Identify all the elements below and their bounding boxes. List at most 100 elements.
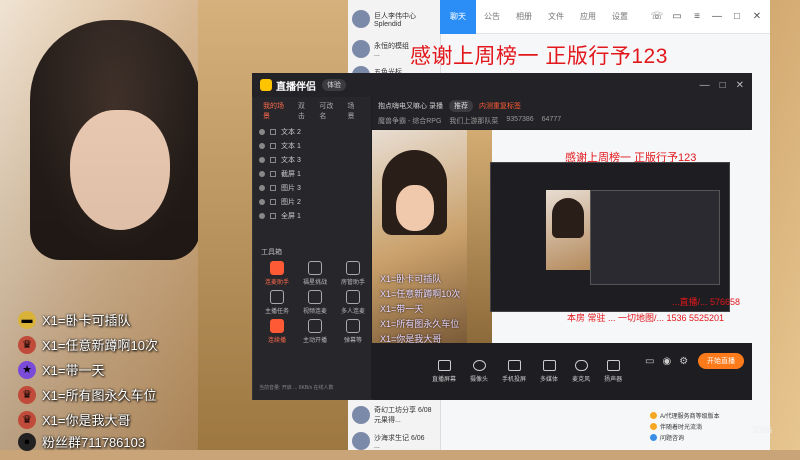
status-bar: 当前音量: 开启 ... 6KB/s 在线人数	[259, 385, 334, 391]
eye-icon[interactable]: ◉	[662, 356, 671, 367]
eye-icon[interactable]	[259, 143, 265, 149]
tab-album[interactable]: 相册	[508, 0, 540, 34]
eye-icon[interactable]	[259, 129, 265, 135]
minimize-button[interactable]: —	[700, 80, 710, 91]
media-icon	[542, 360, 556, 371]
screen-button[interactable]: 直播屏幕	[432, 360, 456, 383]
lock-icon[interactable]	[270, 171, 276, 177]
game-category[interactable]: 魔兽争霸 - 综合RPG	[378, 116, 441, 126]
eye-icon[interactable]	[259, 171, 265, 177]
tab-notice[interactable]: 公告	[476, 0, 508, 34]
scene-item[interactable]: 文本 1	[253, 139, 371, 153]
tab-scene-2[interactable]: 双击	[298, 101, 311, 121]
crown-icon: ♛	[18, 410, 36, 429]
qq-tabbar: 聊天 公告 相册 文件 应用 设置 ☏ ▭ ≡ — □ ✕	[440, 0, 770, 34]
list-item[interactable]: 伴随着时光流淌	[650, 421, 760, 432]
scene-item[interactable]: 图片 2	[253, 195, 371, 209]
group-icon	[650, 423, 657, 430]
eye-icon[interactable]	[259, 213, 265, 219]
scene-item[interactable]: 截屏 1	[253, 167, 371, 181]
record-icon[interactable]: ▭	[645, 356, 654, 367]
avatar	[352, 432, 370, 450]
menu-icon[interactable]: ≡	[690, 11, 704, 22]
tab-settings[interactable]: 设置	[604, 0, 636, 34]
tool-item[interactable]: 主播任务	[259, 290, 295, 315]
overlay-item: ♛ X1=你是我大哥	[18, 410, 131, 429]
crown-icon: ♛	[18, 385, 36, 404]
lock-icon[interactable]	[270, 143, 276, 149]
tool-icon	[270, 319, 284, 333]
app-titlebar: 直播伴侣 体验 — □ ✕	[252, 73, 752, 97]
overlay-item: ★ X1=带一天	[18, 360, 105, 379]
tool-icon	[270, 261, 284, 275]
eye-icon[interactable]	[259, 157, 265, 163]
tool-icon	[308, 290, 322, 304]
minimize-icon[interactable]: —	[710, 11, 724, 22]
tool-item[interactable]: 福星挑战	[297, 261, 333, 286]
tool-item[interactable]: 连续播	[259, 319, 295, 344]
tool-item[interactable]: 主动开播	[297, 319, 333, 344]
list-item[interactable]: 问题咨询	[650, 432, 760, 443]
tab-scene-3[interactable]: 可改名	[319, 101, 339, 121]
group-icon	[650, 434, 657, 441]
speaker-button[interactable]: 扬声器	[604, 360, 622, 383]
tool-item[interactable]: 房管助手	[335, 261, 371, 286]
settings-icon[interactable]: ⚙	[679, 356, 688, 367]
gold-bar-icon: ▬	[18, 310, 36, 329]
eye-icon[interactable]	[259, 199, 265, 205]
maximize-icon[interactable]: □	[730, 11, 744, 22]
left-overlay-panel	[0, 0, 200, 450]
phone-icon[interactable]: ☏	[650, 11, 664, 22]
list-item[interactable]: A/代理服务商等级版本	[650, 410, 760, 421]
banner-text: 感谢上周榜一 正版行予123	[410, 45, 668, 68]
lock-icon[interactable]	[270, 157, 276, 163]
toolbox-grid: 连麦助手 福星挑战 房管助手 主播任务 视频连麦 多人连麦 连续播 主动开播 弹…	[253, 257, 371, 348]
lock-icon[interactable]	[270, 185, 276, 191]
tab-chat[interactable]: 聊天	[440, 0, 476, 34]
tool-item[interactable]: 多人连麦	[335, 290, 371, 315]
scene-tabs: 我的场景 双击 可改名 场景	[253, 97, 371, 125]
scene-item[interactable]: 图片 3	[253, 181, 371, 195]
scene-item[interactable]: 全屏 1	[253, 209, 371, 223]
mic-button[interactable]: 麦克风	[572, 360, 590, 383]
video-icon[interactable]: ▭	[670, 11, 684, 22]
scene-sidebar: 我的场景 双击 可改名 场景 文本 2 文本 1 文本 3 截屏 1 图片 3 …	[253, 97, 371, 400]
eye-icon[interactable]	[259, 185, 265, 191]
start-live-button[interactable]: 开始直播	[698, 353, 744, 369]
lock-icon[interactable]	[270, 129, 276, 135]
camera-icon	[472, 360, 486, 371]
tab-apps[interactable]: 应用	[572, 0, 604, 34]
close-icon[interactable]: ✕	[750, 11, 764, 22]
tab-scene-4[interactable]: 场景	[348, 101, 361, 121]
tab-my-scenes[interactable]: 我的场景	[263, 101, 290, 121]
lock-icon[interactable]	[270, 213, 276, 219]
preview-middle	[467, 130, 492, 343]
toolbox-title: 工具箱	[261, 249, 282, 256]
tool-item[interactable]: 连麦助手	[259, 261, 295, 286]
phone-cast-button[interactable]: 手机投屏	[502, 360, 526, 383]
chat-item[interactable]: 奇幻工坊分享 6/08 元果得...	[348, 402, 442, 428]
maximize-button[interactable]: □	[720, 80, 726, 91]
nested-hair	[552, 198, 584, 238]
overlay-item: ♛ X1=所有图永久车位	[18, 385, 157, 404]
tool-icon	[346, 319, 360, 333]
star-badge-icon: ★	[18, 360, 36, 379]
lock-icon[interactable]	[270, 199, 276, 205]
tool-icon	[346, 261, 360, 275]
tool-item[interactable]: 视频连麦	[297, 290, 333, 315]
version-badge[interactable]: 体验	[322, 79, 346, 91]
media-button[interactable]: 多媒体	[540, 360, 558, 383]
stream-title[interactable]: 抱点嗨电又嘛心 录播	[378, 101, 443, 111]
nested-app-window-2	[590, 190, 720, 285]
close-button[interactable]: ✕	[736, 80, 744, 91]
scene-item[interactable]: 文本 2	[253, 125, 371, 139]
scene-item[interactable]: 文本 3	[253, 153, 371, 167]
chat-item[interactable]: 巨人李伟中心 Splendid	[348, 6, 442, 32]
chat-item[interactable]: 沙海求生记 6/06...	[348, 428, 442, 454]
room-id: 9357386	[506, 116, 534, 123]
camera-button[interactable]: 摄像头	[470, 360, 488, 383]
tool-item[interactable]: 弹幕等	[335, 319, 371, 344]
tab-files[interactable]: 文件	[540, 0, 572, 34]
avatar	[352, 10, 370, 28]
stream-tag[interactable]: 推荐	[448, 100, 473, 112]
